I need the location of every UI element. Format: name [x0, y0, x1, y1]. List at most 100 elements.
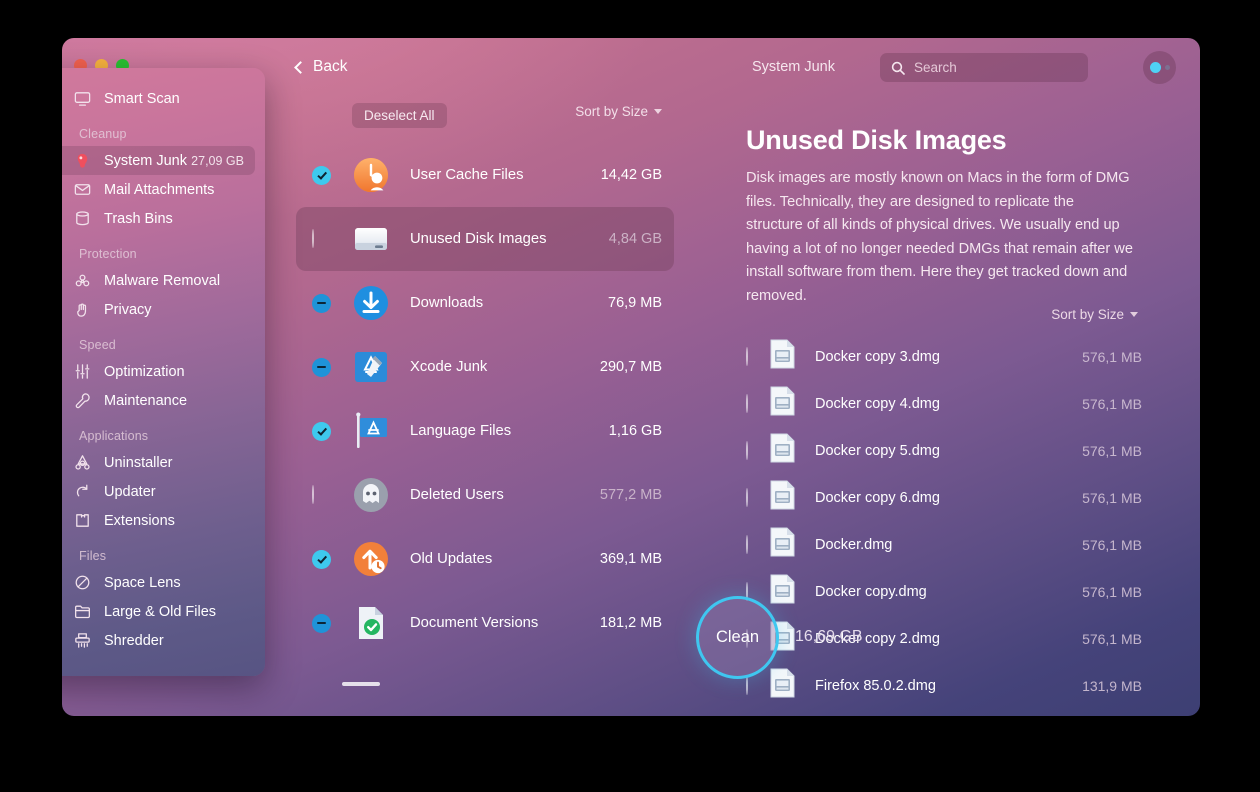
sidebar-item-large-old-files[interactable]: Large & Old Files — [62, 597, 255, 626]
sidebar-item-label: System Junk — [104, 152, 187, 169]
dmg-file-icon — [770, 386, 795, 421]
sidebar-item-size: 27,09 GB — [191, 153, 244, 168]
language-files-icon — [351, 411, 391, 451]
sidebar-item-label: Shredder — [104, 632, 164, 649]
category-row-checkbox[interactable] — [312, 421, 331, 441]
account-status-button[interactable] — [1143, 51, 1176, 84]
category-row[interactable]: Old Updates 369,1 MB — [296, 527, 674, 591]
checkbox-unchecked[interactable] — [312, 484, 314, 504]
category-row[interactable]: Downloads 76,9 MB — [296, 271, 674, 335]
checkbox-checked[interactable] — [312, 549, 331, 569]
category-row-size: 76,9 MB — [608, 295, 662, 311]
folder-icon — [69, 602, 95, 621]
category-row-checkbox[interactable] — [312, 293, 331, 313]
checkbox-partial[interactable] — [312, 357, 331, 377]
trash-bin-icon — [69, 209, 95, 228]
file-row-checkbox[interactable] — [746, 534, 748, 554]
file-row-checkbox[interactable] — [746, 487, 748, 507]
checkbox-unchecked[interactable] — [746, 534, 748, 554]
checkbox-unchecked[interactable] — [746, 487, 748, 507]
category-row[interactable]: Deleted Users 577,2 MB — [296, 463, 674, 527]
sidebar-item-space-lens[interactable]: Space Lens — [62, 568, 255, 597]
sidebar-item-label: Updater — [104, 483, 156, 500]
category-row-size: 369,1 MB — [599, 551, 662, 567]
sidebar-item-updater[interactable]: Updater — [62, 477, 255, 506]
minus-icon — [317, 365, 326, 369]
file-row-checkbox[interactable] — [746, 393, 748, 413]
downloads-icon — [351, 283, 391, 323]
category-row-size: 181,2 MB — [599, 615, 662, 631]
category-sort-button[interactable]: Sort by Size — [575, 104, 662, 119]
search-input[interactable] — [914, 60, 1091, 75]
clean-button[interactable]: Clean — [696, 596, 779, 679]
sidebar-group-label: Cleanup — [79, 127, 127, 141]
sidebar-item-optimization[interactable]: Optimization — [62, 357, 255, 386]
file-row[interactable]: Docker.dmg 576,1 MB — [690, 521, 1200, 568]
checkbox-checked[interactable] — [312, 165, 331, 185]
checkbox-unchecked[interactable] — [746, 393, 748, 413]
sidebar-item-extensions[interactable]: Extensions — [62, 506, 255, 535]
category-row-checkbox[interactable] — [312, 228, 331, 249]
checkbox-unchecked[interactable] — [312, 228, 314, 248]
category-row-label: Unused Disk Images — [410, 231, 547, 247]
category-row-checkbox[interactable] — [312, 165, 331, 185]
sidebar-group-label: Speed — [79, 338, 116, 352]
sidebar-item-label: Malware Removal — [104, 272, 221, 289]
category-row-checkbox[interactable] — [312, 357, 331, 377]
sidebar-item-privacy[interactable]: Privacy — [62, 295, 255, 324]
dmg-file-icon — [770, 574, 795, 609]
back-button[interactable]: Back — [290, 53, 353, 81]
category-panel: Deselect All Sort by Size User Cache Fil… — [270, 95, 690, 716]
checkbox-partial[interactable] — [312, 613, 331, 633]
deselect-all-button[interactable]: Deselect All — [352, 103, 447, 128]
sidebar-item-mail-attachments[interactable]: Mail Attachments — [62, 175, 255, 204]
dmg-file-icon — [770, 339, 795, 374]
file-row[interactable]: Docker copy 5.dmg 576,1 MB — [690, 427, 1200, 474]
category-row-checkbox[interactable] — [312, 613, 331, 633]
sidebar-item-malware-removal[interactable]: Malware Removal — [62, 266, 255, 295]
category-row[interactable]: Unused Disk Images 4,84 GB — [296, 207, 674, 271]
category-row[interactable]: Language Files 1,16 GB — [296, 399, 674, 463]
checkbox-unchecked[interactable] — [746, 440, 748, 460]
account-status-icon — [1149, 62, 1161, 73]
category-list[interactable]: User Cache Files 14,42 GB Unused Disk Imag… — [270, 143, 690, 716]
sidebar-item-maintenance[interactable]: Maintenance — [62, 386, 255, 415]
checkbox-partial[interactable] — [312, 293, 331, 313]
checkbox-checked[interactable] — [312, 421, 331, 441]
dmg-file-icon — [770, 480, 795, 515]
file-row-size: 576,1 MB — [1082, 348, 1142, 365]
checkmark-icon — [317, 169, 328, 180]
disk-image-icon — [351, 219, 391, 259]
system-junk-icon — [69, 151, 95, 170]
file-row[interactable]: Docker copy 4.dmg 576,1 MB — [690, 380, 1200, 427]
checkbox-unchecked[interactable] — [746, 346, 748, 366]
titlebar-title: System Junk — [752, 58, 835, 75]
file-row-size: 576,1 MB — [1082, 395, 1142, 412]
category-row-label: Document Versions — [410, 615, 539, 631]
file-row-name: Docker copy.dmg — [815, 583, 927, 600]
sidebar-item-smart-scan[interactable]: Smart Scan — [62, 84, 255, 113]
category-row[interactable]: User Cache Files 14,42 GB — [296, 143, 674, 207]
sidebar-item-trash-bins[interactable]: Trash Bins — [62, 204, 255, 233]
file-row-size: 576,1 MB — [1082, 489, 1142, 506]
file-sort-button[interactable]: Sort by Size — [1051, 307, 1138, 322]
search-box[interactable] — [880, 53, 1091, 82]
file-row-checkbox[interactable] — [746, 440, 748, 460]
file-row-size: 576,1 MB — [1082, 442, 1142, 459]
sidebar-item-shredder[interactable]: Shredder — [62, 626, 255, 655]
xcode-icon — [351, 347, 391, 387]
category-row-checkbox[interactable] — [312, 549, 331, 569]
category-row-size: 290,7 MB — [599, 359, 662, 375]
deleted-users-icon — [351, 475, 391, 515]
sidebar-item-uninstaller[interactable]: Uninstaller — [62, 448, 255, 477]
category-row[interactable]: Xcode Junk 290,7 MB — [296, 335, 674, 399]
file-row[interactable]: Docker copy 6.dmg 576,1 MB — [690, 474, 1200, 521]
file-row-size: 576,1 MB — [1082, 583, 1142, 600]
extensions-icon — [69, 511, 95, 530]
file-row[interactable]: Docker copy 3.dmg 576,1 MB — [690, 333, 1200, 380]
file-row-checkbox[interactable] — [746, 346, 748, 366]
file-row-name: Docker copy 6.dmg — [815, 489, 940, 506]
category-row-checkbox[interactable] — [312, 484, 331, 505]
sidebar-item-system-junk[interactable]: System Junk 27,09 GB — [62, 146, 255, 175]
sidebar-item-label: Extensions — [104, 512, 175, 529]
